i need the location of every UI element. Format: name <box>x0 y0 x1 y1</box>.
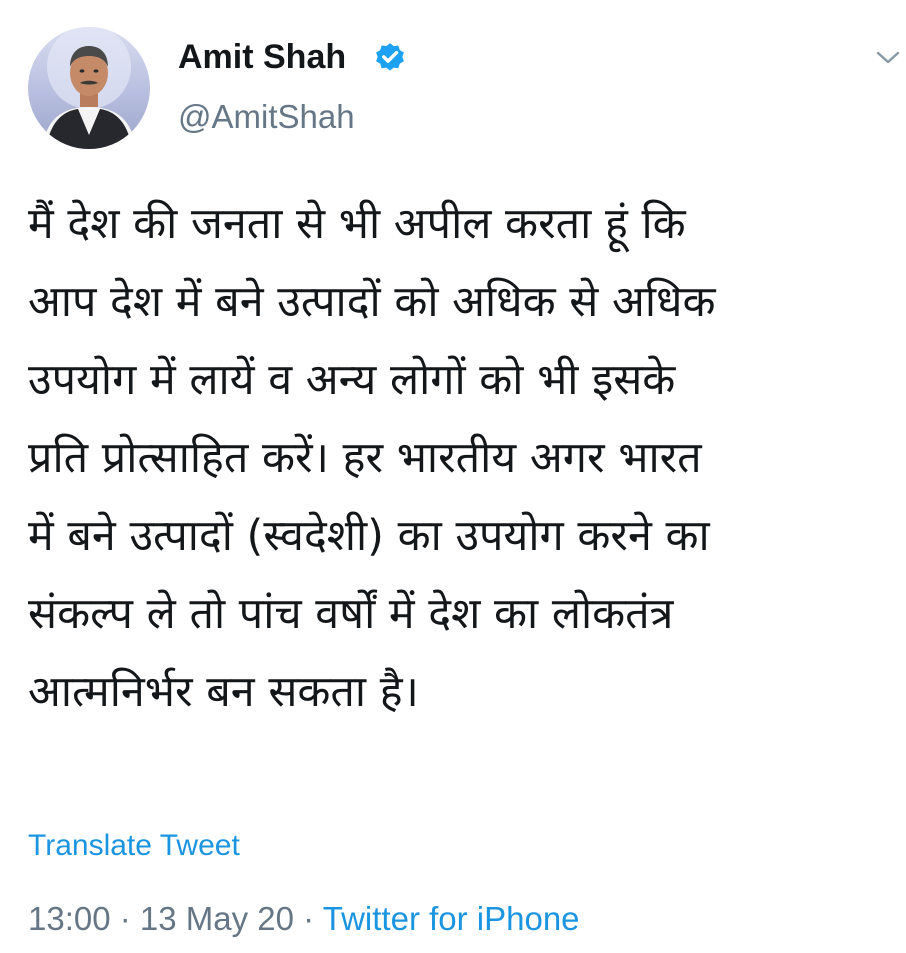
tweet-text-line: आप देश में बने उत्पादों को अधिक से अधिक <box>28 277 716 327</box>
tweet-text-line: मैं देश की जनता से भी अपील करता हूं कि <box>28 199 686 249</box>
tweet-metadata: 13:00 · 13 May 20 · Twitter for iPhone <box>28 899 580 939</box>
tweet-text-line: आत्मनिर्भर बन सकता है। <box>28 667 419 717</box>
author-avatar[interactable] <box>28 27 150 149</box>
tweet-text-line: प्रति प्रोत्साहित करें। हर भारतीय अगर भा… <box>28 433 702 483</box>
tweet-text-line: संकल्प ले तो पांच वर्षों में देश का लोकत… <box>28 589 674 639</box>
translate-tweet-link[interactable]: Translate Tweet <box>28 828 240 864</box>
author-display-name[interactable]: Amit Shah <box>178 37 346 77</box>
tweet-source-link[interactable]: Twitter for iPhone <box>323 900 580 937</box>
tweet-text: मैं देश की जनता से भी अपील करता हूं कि आ… <box>28 185 898 731</box>
meta-separator: · <box>294 900 323 937</box>
avatar-photo <box>42 27 136 149</box>
chevron-down-icon[interactable] <box>876 50 900 66</box>
author-handle[interactable]: @AmitShah <box>178 97 355 137</box>
meta-separator: · <box>110 900 140 937</box>
verified-badge-icon <box>376 43 404 71</box>
tweet-card: Amit Shah @AmitShah मैं देश की जनता से भ… <box>0 0 906 953</box>
tweet-time[interactable]: 13:00 <box>28 900 111 937</box>
tweet-text-line: उपयोग में लायें व अन्य लोगों को भी इसके <box>28 355 676 405</box>
tweet-date[interactable]: 13 May 20 <box>140 900 294 937</box>
tweet-text-line: में बने उत्पादों (स्वदेशी) का उपयोग करने… <box>28 511 710 561</box>
